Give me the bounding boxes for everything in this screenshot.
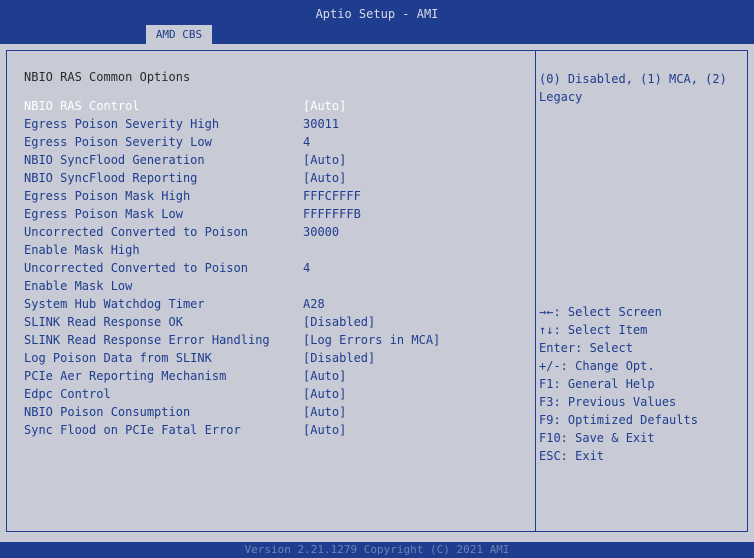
setting-value: FFFCFFFF [303,189,361,203]
setting-label: System Hub Watchdog Timer [24,297,205,311]
setting-value: FFFFFFFB [303,207,361,221]
setting-label: NBIO SyncFlood Generation [24,153,205,167]
key-hint-select-screen: →←: Select Screen [539,305,662,319]
key-hint-select-item: ↑↓: Select Item [539,323,648,337]
setting-value: [Auto] [303,423,347,437]
setting-value: 30011 [303,117,340,131]
setting-label: Egress Poison Mask Low [24,207,183,221]
setting-label: PCIe Aer Reporting Mechanism [24,369,227,383]
setting-label: SLINK Read Response OK [24,315,183,329]
setting-value: [Log Errors in MCA] [303,333,441,347]
setting-value: [Auto] [303,369,347,383]
setting-label: Enable Mask High [24,243,140,257]
setting-value: [Disabled] [303,315,376,329]
key-hint-previous-values: F3: Previous Values [539,395,677,409]
panel-divider [535,51,536,531]
setting-value: [Auto] [303,171,347,185]
setting-label: SLINK Read Response Error Handling [24,333,270,347]
key-hint-esc-exit: ESC: Exit [539,449,605,463]
key-hint-save-exit: F10: Save & Exit [539,431,655,445]
setting-value: [Auto] [303,387,347,401]
setting-label: Egress Poison Severity Low [24,135,212,149]
setting-value: 4 [303,135,311,149]
key-hint-optimized-defaults: F9: Optimized Defaults [539,413,698,427]
main-frame: NBIO RAS Common Options NBIO RAS Control… [6,50,748,532]
setting-label: Uncorrected Converted to Poison [24,261,248,275]
setting-label: Edpc Control [24,387,111,401]
setting-value: [Auto] [303,153,347,167]
page-title: NBIO RAS Common Options [24,70,191,84]
setting-label: NBIO SyncFlood Reporting [24,171,198,185]
setting-label: NBIO Poison Consumption [24,405,191,419]
title-bar: Aptio Setup - AMI AMD CBS [0,0,754,44]
setting-value: [Disabled] [303,351,376,365]
setting-label: NBIO RAS Control [24,99,140,113]
tab-amd-cbs[interactable]: AMD CBS [146,25,212,44]
help-description: (0) Disabled, (1) MCA, (2) Legacy [539,72,727,104]
setting-label: Log Poison Data from SLINK [24,351,212,365]
setting-value: [Auto] [303,99,347,113]
key-hint-enter: Enter: Select [539,341,633,355]
key-legend: →←: Select Screen ↑↓: Select Item Enter:… [539,303,744,465]
version-footer: Version 2.21.1279 Copyright (C) 2021 AMI [0,542,754,558]
setting-label: Egress Poison Mask High [24,189,191,203]
setting-value: 30000 [303,225,340,239]
setting-label: Sync Flood on PCIe Fatal Error [24,423,241,437]
setting-value: A28 [303,297,325,311]
setting-value: [Auto] [303,405,347,419]
key-hint-general-help: F1: General Help [539,377,655,391]
setting-value: 4 [303,261,311,275]
setting-label: Egress Poison Severity High [24,117,220,131]
setup-screen: NBIO RAS Common Options NBIO RAS Control… [0,44,754,542]
key-hint-change-opt: +/-: Change Opt. [539,359,655,373]
setting-label: Enable Mask Low [24,279,133,293]
app-title: Aptio Setup - AMI [315,7,439,21]
setting-label: Uncorrected Converted to Poison [24,225,248,239]
